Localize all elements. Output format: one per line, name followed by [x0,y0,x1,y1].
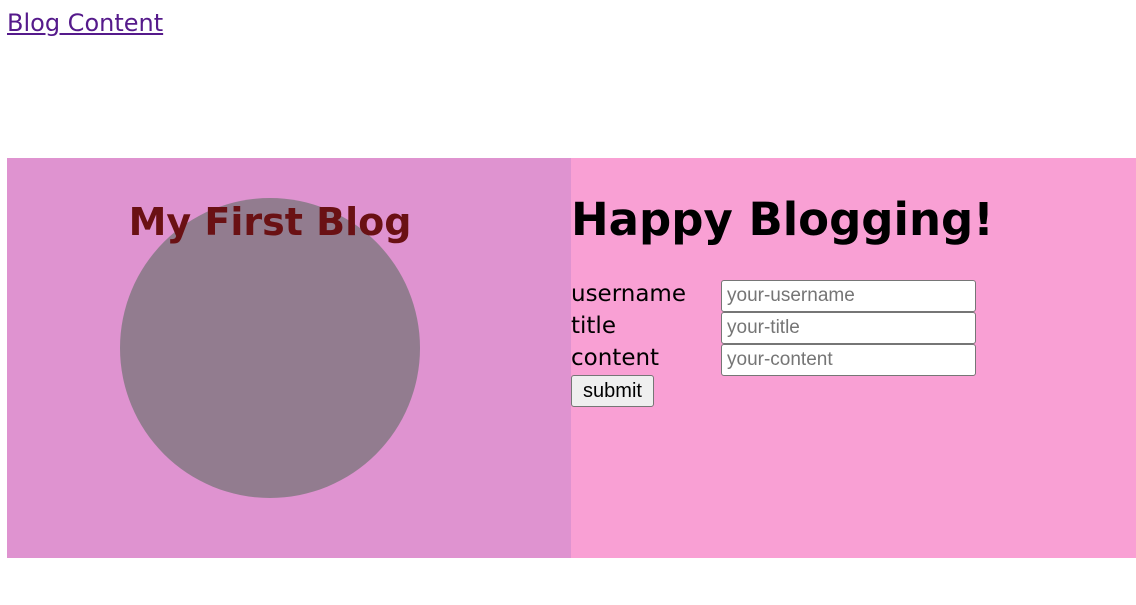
blog-title: My First Blog [128,200,412,244]
content-label: content [571,345,660,371]
blog-content-link[interactable]: Blog Content [7,8,163,38]
content-input[interactable] [721,344,976,376]
submit-button[interactable]: submit [571,375,654,407]
post-form-panel: Happy Blogging! username title content s… [571,158,1136,558]
title-label: title [571,313,616,339]
hero-panel: My First Blog [7,158,571,558]
username-label: username [571,281,686,307]
blog-banner: My First Blog Happy Blogging! username t… [7,158,1136,558]
title-input[interactable] [721,312,976,344]
form-heading: Happy Blogging! [571,193,994,246]
username-input[interactable] [721,280,976,312]
